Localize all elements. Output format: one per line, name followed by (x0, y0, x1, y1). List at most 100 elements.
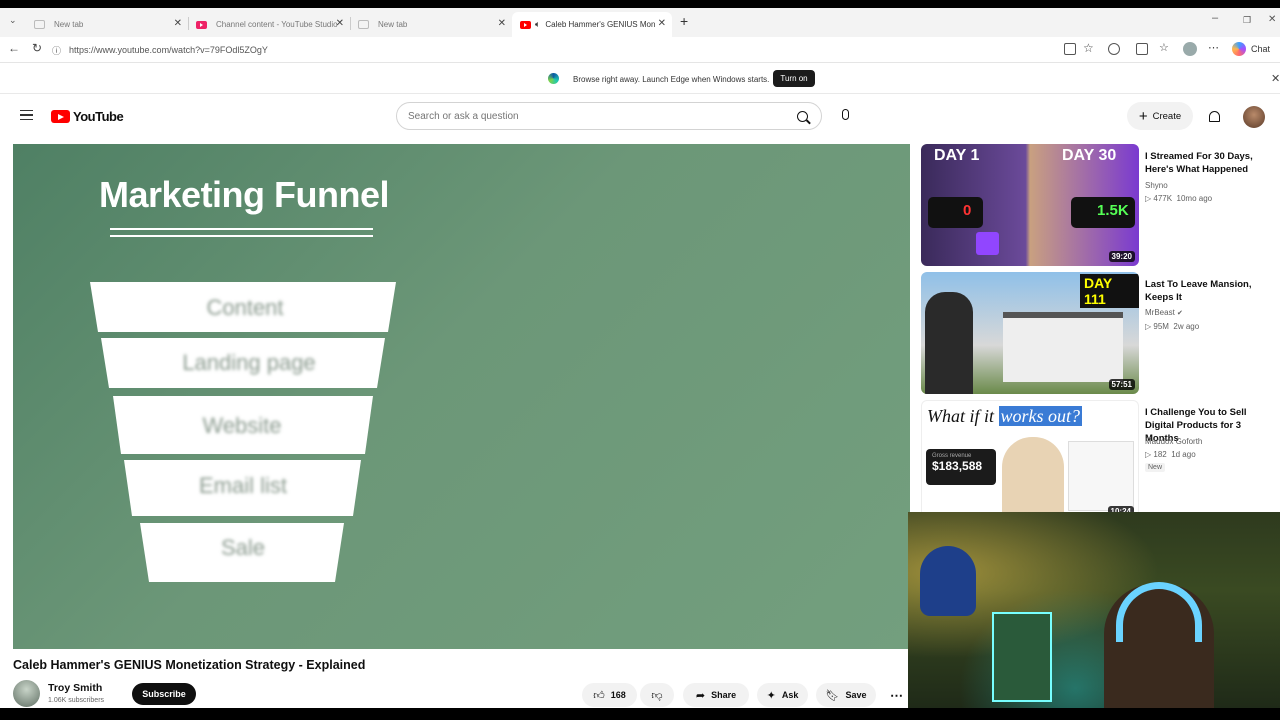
search-input[interactable] (408, 110, 768, 122)
video-thumbnail[interactable]: DAY 111 57:51 (921, 272, 1139, 394)
extensions-icon[interactable] (1108, 43, 1120, 55)
notifications-bell-icon[interactable] (1209, 111, 1220, 122)
new-tab-icon[interactable]: + (680, 13, 688, 29)
marketing-funnel-graphic: Content Landing page Website Email list … (90, 282, 396, 582)
thumb-text: DAY 30 (1062, 147, 1117, 164)
channel-label: MrBeast (1145, 308, 1175, 317)
recommended-video[interactable]: DAY 1 DAY 30 0 1.5K 39:20 I Streamed For… (921, 144, 1280, 266)
save-button[interactable]: 🔖︎ Save (816, 683, 876, 707)
channel-name[interactable]: Troy Smith (48, 682, 102, 694)
favorite-star-icon[interactable]: ☆ (1083, 41, 1094, 55)
minimize-icon[interactable]: – (1212, 12, 1218, 24)
chat-label: Chat (1251, 44, 1271, 54)
close-window-icon[interactable]: ✕ (1268, 14, 1276, 25)
youtube-logo[interactable]: YouTube (51, 109, 124, 124)
view-count: 182 (1153, 450, 1167, 459)
ask-label: Ask (781, 690, 799, 700)
favorites-icon[interactable]: ☆ (1159, 41, 1169, 54)
video-title: Last To Leave Mansion, Keeps It (1145, 279, 1252, 303)
webcam-overlay (908, 512, 1280, 708)
video-title: Caleb Hammer's GENIUS Monetization Strat… (13, 658, 366, 672)
recommended-video[interactable]: DAY 111 57:51 Last To Leave Mansion, Kee… (921, 272, 1280, 394)
video-thumbnail[interactable]: What if it works out? Gross revenue $183… (921, 400, 1139, 522)
subscriber-count: 1.06K subscribers (48, 697, 105, 704)
close-icon[interactable]: ✕ (658, 18, 666, 29)
channel-name[interactable]: MrBeast ✔ (1145, 308, 1183, 317)
edge-startup-infobar: Browse right away. Launch Edge when Wind… (0, 64, 1280, 94)
refresh-icon[interactable]: ↻ (32, 41, 42, 55)
copilot-chat-button[interactable]: Chat (1232, 42, 1270, 56)
plus-icon: + (1138, 107, 1148, 125)
like-button[interactable]: 👍︎ 168 (582, 683, 637, 707)
more-actions-icon[interactable]: ⋯ (890, 688, 903, 704)
video-meta: ▷ 182 1d ago (1145, 450, 1196, 459)
revenue-card: Gross revenue $183,588 (926, 449, 996, 485)
split-screen-icon[interactable] (1136, 43, 1148, 55)
tab-active-video[interactable]: 🔈︎ Caleb Hammer's GENIUS Mon ✕ (512, 12, 672, 37)
youtube-icon (520, 20, 531, 29)
product-list-graphic (1068, 441, 1134, 511)
dislike-button[interactable]: 👎︎ (640, 683, 674, 707)
page-icon (358, 20, 369, 29)
speaker-icon[interactable]: 🔈︎ (535, 19, 540, 30)
apps-icon[interactable] (1064, 43, 1076, 55)
close-icon[interactable]: ✕ (336, 18, 344, 29)
create-button[interactable]: + Create (1127, 102, 1193, 130)
tab-title: New tab (54, 20, 84, 29)
menu-icon[interactable] (20, 110, 33, 120)
thumbs-up-icon: 👍︎ (593, 689, 605, 702)
more-icon[interactable]: ⋯ (1208, 41, 1219, 54)
thumb-text: DAY 111 (1080, 274, 1139, 308)
search-box[interactable] (396, 102, 822, 130)
subscribe-button[interactable]: Subscribe (132, 683, 196, 705)
microphone-icon[interactable] (842, 109, 849, 120)
video-thumbnail[interactable]: DAY 1 DAY 30 0 1.5K 39:20 (921, 144, 1139, 266)
thumb-text: 0 (928, 197, 983, 228)
channel-name[interactable]: Maddox Goforth (1145, 437, 1202, 446)
browser-profile-avatar[interactable] (1183, 42, 1197, 56)
creator-figure (1002, 437, 1064, 521)
youtube-studio-icon (196, 20, 207, 29)
recommended-video[interactable]: What if it works out? Gross revenue $183… (921, 400, 1280, 522)
close-infobar-icon[interactable]: ✕ (1271, 72, 1280, 85)
thumb-headline-part: What if it (927, 406, 999, 426)
sparkle-icon: ✦ (766, 689, 776, 702)
video-duration: 39:20 (1108, 251, 1135, 262)
site-info-icon[interactable]: ⓘ (52, 44, 61, 57)
tab-new-tab-1[interactable]: New tab ✕ (26, 12, 188, 37)
save-label: Save (845, 690, 867, 700)
mansion-figure (1003, 312, 1123, 382)
tab-new-tab-2[interactable]: New tab ✕ (350, 12, 512, 37)
share-button[interactable]: ➦ Share (683, 683, 749, 707)
share-icon: ➦ (695, 689, 706, 702)
thumb-text: 1.5K (1071, 197, 1135, 228)
address-field[interactable]: ⓘ https://www.youtube.com/watch?v=79FOdl… (52, 40, 1092, 60)
new-badge: New (1145, 463, 1166, 472)
video-meta: ▷ 477K 10mo ago (1145, 194, 1213, 203)
neon-sign (992, 612, 1052, 702)
channel-name[interactable]: Shyno (1145, 181, 1168, 190)
channel-avatar[interactable] (13, 680, 40, 707)
funnel-label-3: Website (202, 413, 281, 438)
restore-icon[interactable]: ❐ (1243, 15, 1251, 26)
browser-window: ⌄ New tab ✕ Channel content - YouTube St… (0, 8, 1280, 708)
account-avatar[interactable] (1243, 106, 1265, 128)
funnel-label-1: Content (206, 295, 283, 320)
turn-on-button[interactable]: Turn on (773, 70, 815, 87)
close-icon[interactable]: ✕ (498, 18, 506, 29)
back-icon[interactable]: ← (8, 41, 20, 55)
video-player[interactable]: Marketing Funnel Content Landing page We… (13, 144, 910, 649)
twitch-icon (976, 232, 999, 255)
tab-youtube-studio[interactable]: Channel content - YouTube Studio ✕ (188, 12, 350, 37)
share-label: Share (711, 690, 737, 700)
search-icon[interactable] (797, 111, 808, 122)
tab-actions-icon[interactable]: ⌄ (9, 15, 17, 26)
youtube-logo-text: YouTube (73, 109, 124, 124)
like-count: 168 (610, 690, 626, 700)
copilot-icon (1232, 42, 1246, 56)
thumbs-down-icon: 👎︎ (651, 689, 663, 702)
close-icon[interactable]: ✕ (174, 18, 182, 29)
ask-button[interactable]: ✦ Ask (757, 683, 808, 707)
upload-age: 1d ago (1171, 450, 1196, 459)
bookmark-icon: 🔖︎ (825, 689, 840, 702)
